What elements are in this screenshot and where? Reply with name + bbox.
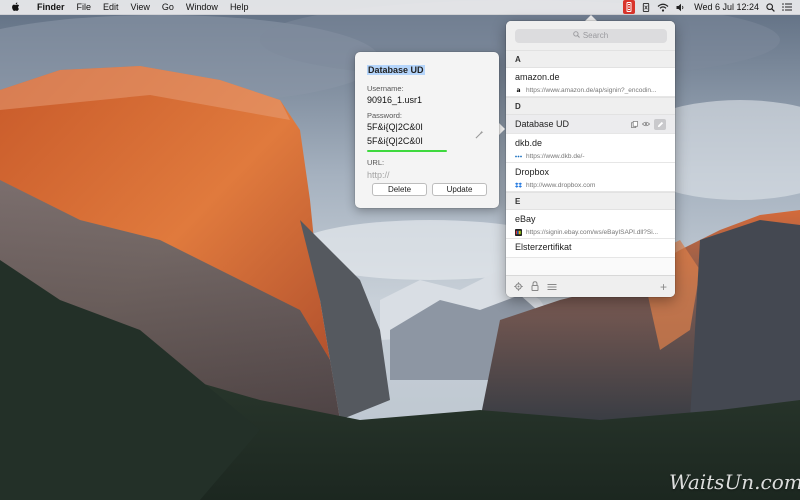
dropbox-icon	[515, 181, 522, 189]
menu-edit[interactable]: Edit	[103, 2, 119, 12]
section-header-d: D	[506, 97, 675, 115]
section-header-a: A	[506, 50, 675, 68]
password-manager-popover: Search A amazon.de a https://www.amazon.…	[506, 21, 675, 297]
password-confirm-field[interactable]: 5F&i{Q|2C&0I	[367, 136, 423, 146]
settings-gear-icon[interactable]	[514, 280, 523, 294]
wifi-icon[interactable]	[657, 0, 669, 14]
row-actions	[631, 118, 666, 130]
dkb-icon	[515, 153, 522, 160]
search-placeholder: Search	[582, 31, 609, 40]
password-label: Password:	[367, 111, 403, 120]
list-item-ebay[interactable]: eBay https://signin.ebay.com/ws/eBayISAP…	[506, 210, 675, 239]
entry-url: https://www.amazon.de/ap/signin?_encodin…	[526, 86, 657, 94]
apple-menu-icon[interactable]	[11, 2, 25, 12]
volume-icon[interactable]	[676, 0, 685, 14]
section-header-e: E	[506, 192, 675, 210]
password-list: A amazon.de a https://www.amazon.de/ap/s…	[506, 50, 675, 274]
ebay-icon	[515, 228, 522, 236]
menu-window[interactable]: Window	[186, 2, 218, 12]
list-menu-icon[interactable]	[547, 280, 557, 294]
menu-help[interactable]: Help	[230, 2, 249, 12]
search-icon	[573, 31, 580, 40]
entry-url: https://signin.ebay.com/ws/eBayISAPI.dll…	[526, 228, 659, 236]
list-item-amazon[interactable]: amazon.de a https://www.amazon.de/ap/sig…	[506, 68, 675, 97]
update-button[interactable]: Update	[432, 183, 487, 196]
url-label: URL:	[367, 158, 385, 167]
popover-toolbar: +	[506, 275, 675, 297]
entry-name: Database UD	[515, 119, 570, 129]
detail-popover-arrow	[499, 123, 505, 135]
amazon-icon: a	[515, 86, 522, 94]
lock-icon[interactable]	[531, 280, 539, 294]
entry-name: Elsterzertifikat	[515, 242, 572, 252]
menu-go[interactable]: Go	[162, 2, 174, 12]
watermark-text: WaitsUn.com	[669, 470, 800, 494]
reveal-eye-icon[interactable]	[642, 121, 650, 127]
menu-extras: Wed 6 Jul 12:24	[623, 0, 792, 14]
spotlight-search-icon[interactable]	[766, 0, 775, 14]
generate-password-wand-icon[interactable]	[475, 128, 484, 142]
copy-icon[interactable]	[631, 120, 638, 128]
list-item-dkb[interactable]: dkb.de https://www.dkb.de/-	[506, 134, 675, 163]
menu-view[interactable]: View	[131, 2, 150, 12]
entry-url: https://www.dkb.de/-	[526, 152, 585, 160]
password-strength-bar	[367, 150, 447, 152]
list-item-database-ud[interactable]: Database UD	[506, 115, 675, 134]
menubar-clock[interactable]: Wed 6 Jul 12:24	[694, 2, 759, 12]
entry-name: amazon.de	[515, 72, 560, 82]
search-bar: Search	[506, 21, 675, 51]
entry-url: http://www.dropbox.com	[526, 181, 596, 189]
search-input[interactable]: Search	[514, 28, 667, 43]
list-item-elsterzertifikat[interactable]: Elsterzertifikat	[506, 239, 675, 258]
username-label: Username:	[367, 84, 404, 93]
entry-title-field[interactable]: Database UD	[367, 65, 425, 75]
password-field[interactable]: 5F&i{Q|2C&0I	[367, 122, 423, 132]
username-field[interactable]: 90916_1.usr1	[367, 95, 422, 105]
notification-center-icon[interactable]	[782, 0, 792, 14]
entry-name: eBay	[515, 214, 536, 224]
delete-button[interactable]: Delete	[372, 183, 427, 196]
dropbox-icon[interactable]	[642, 0, 650, 14]
list-item-dropbox[interactable]: Dropbox http://www.dropbox.com	[506, 163, 675, 192]
menu-file[interactable]: File	[77, 2, 92, 12]
password-manager-icon[interactable]	[623, 0, 636, 14]
entry-name: dkb.de	[515, 138, 543, 148]
menu-bar: Finder File Edit View Go Window Help Wed…	[0, 0, 800, 15]
url-field[interactable]: http://	[367, 170, 390, 180]
edit-pencil-icon[interactable]	[654, 118, 666, 130]
entry-detail-popover: Database UD Username: 90916_1.usr1 Passw…	[355, 52, 499, 208]
app-menu-finder[interactable]: Finder	[37, 2, 65, 12]
entry-name: Dropbox	[515, 167, 550, 177]
add-entry-button[interactable]: +	[660, 281, 667, 293]
